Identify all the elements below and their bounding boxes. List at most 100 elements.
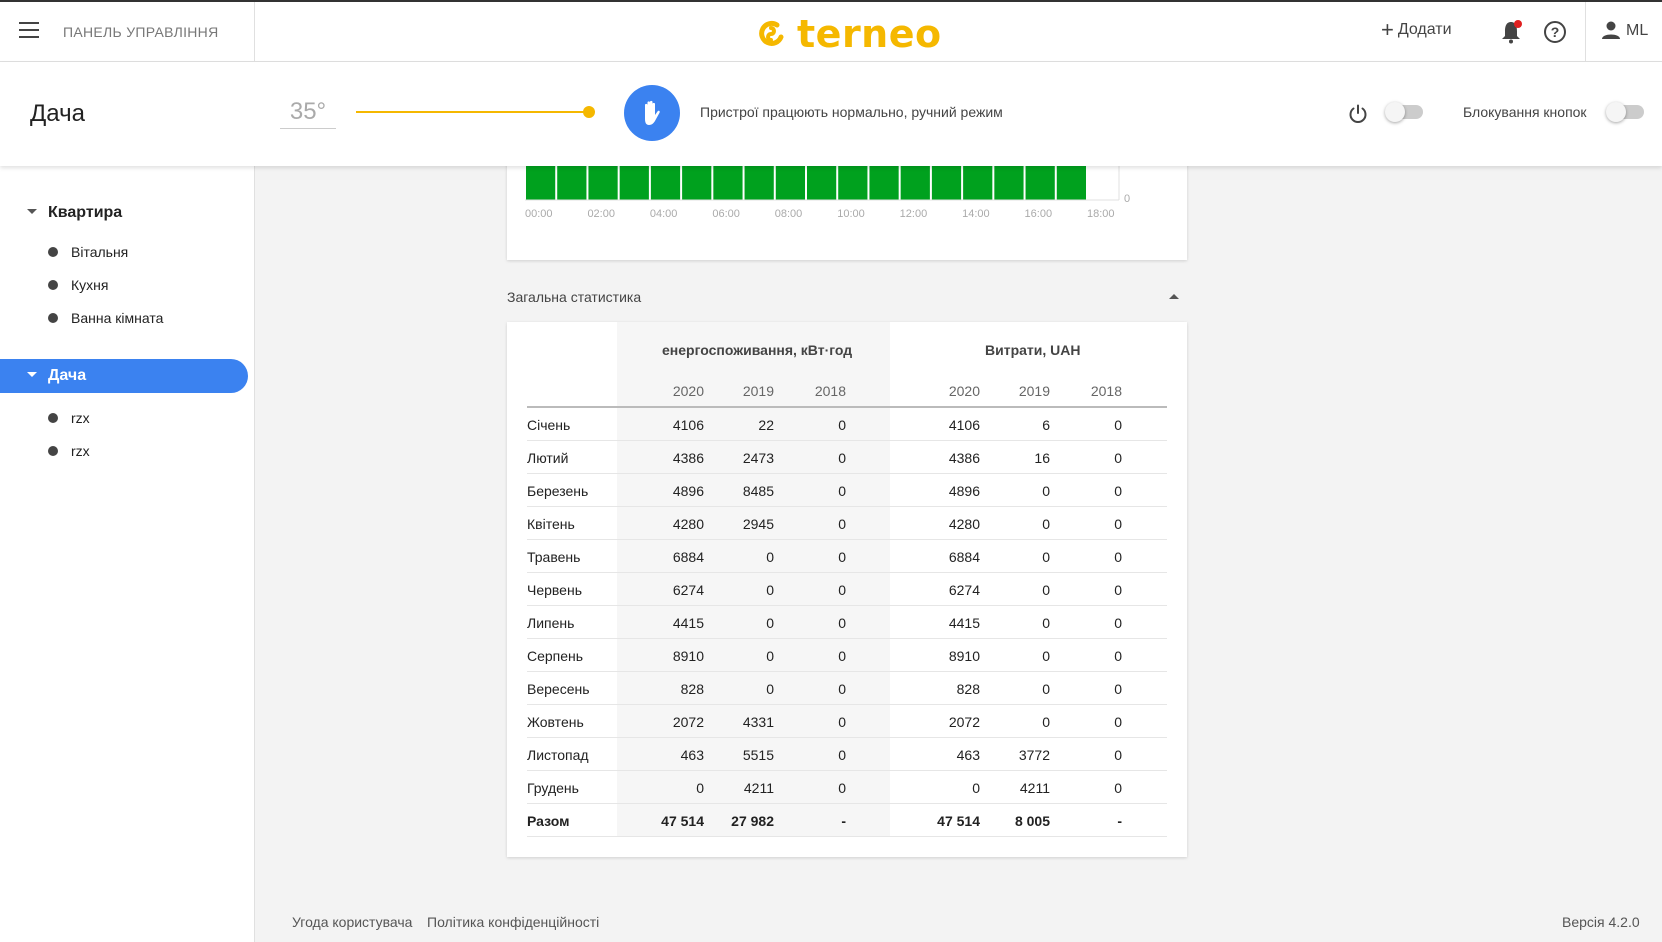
sidebar-item-vanna[interactable]: Ванна кімната — [0, 304, 248, 332]
energy-cell: 2072 — [672, 714, 704, 730]
cost-cell: 0 — [1114, 450, 1122, 466]
total-label: Разом — [527, 813, 570, 829]
status-dot-icon — [48, 313, 58, 323]
cost-cell: 0 — [1114, 681, 1122, 697]
cost-cell: 4280 — [948, 516, 980, 532]
energy-cell: 4211 — [743, 780, 774, 796]
cost-cell: 3772 — [1018, 747, 1050, 763]
year-header: 2019 — [742, 383, 774, 399]
button-lock-toggle[interactable] — [1606, 102, 1644, 122]
cost-cell: 0 — [1042, 648, 1050, 664]
table-row: Грудень 0 4211 0 0 4211 0 — [527, 771, 1167, 804]
cost-cell: 4896 — [948, 483, 980, 499]
panel-title: ПАНЕЛЬ УПРАВЛІННЯ — [63, 24, 219, 40]
chart-x-tick-label: 02:00 — [587, 208, 615, 220]
cost-group-header: Витрати, UAH — [985, 342, 1081, 358]
energy-cell: 4386 — [672, 450, 704, 466]
manual-mode-button[interactable] — [624, 85, 680, 141]
panel-header: ПАНЕЛЬ УПРАВЛІННЯ — [0, 2, 255, 62]
device-title: Дача — [30, 100, 85, 127]
energy-cell: 0 — [838, 549, 846, 565]
energy-cell: 5515 — [742, 747, 774, 763]
energy-cell: - — [841, 813, 846, 829]
sidebar-item-vitalnia[interactable]: Вітальня — [0, 238, 248, 266]
privacy-link[interactable]: Політика конфіденційності — [427, 914, 599, 930]
chart-x-tick-label: 14:00 — [962, 208, 990, 220]
device-control-bar: Дача 35° Пристрої працюють нормально, ру… — [0, 62, 1662, 166]
chart-x-tick-label: 04:00 — [650, 208, 678, 220]
table-row: Вересень 828 0 0 828 0 0 — [527, 672, 1167, 705]
table-row: Серпень 8910 0 0 8910 0 0 — [527, 639, 1167, 672]
energy-cell: 2945 — [742, 516, 774, 532]
cost-cell: 0 — [1114, 417, 1122, 433]
collapse-caret-up-icon[interactable] — [1169, 294, 1179, 299]
energy-cell: 2473 — [742, 450, 774, 466]
sidebar-item-label: rzx — [71, 443, 90, 459]
energy-cell: 0 — [838, 582, 846, 598]
help-icon[interactable]: ? — [1544, 21, 1566, 43]
table-row: Травень 6884 0 0 6884 0 0 — [527, 540, 1167, 573]
sidebar-item-label: rzx — [71, 410, 90, 426]
sidebar-item-kukhnia[interactable]: Кухня — [0, 271, 248, 299]
sidebar-item-rzx[interactable]: rzx — [0, 404, 248, 432]
button-lock-toggle-knob — [1606, 102, 1626, 122]
chart-x-tick-label: 06:00 — [712, 208, 740, 220]
month-label: Квітень — [527, 516, 575, 532]
chart-x-tick-label: 00:00 — [525, 208, 553, 220]
table-row: Липень 4415 0 0 4415 0 0 — [527, 606, 1167, 639]
month-label: Березень — [527, 483, 589, 499]
energy-cell: 0 — [838, 648, 846, 664]
temperature-slider-thumb[interactable] — [583, 106, 595, 118]
energy-cell: 0 — [766, 549, 774, 565]
cost-cell: 0 — [1114, 516, 1122, 532]
table-row: Березень 4896 8485 0 4896 0 0 — [527, 474, 1167, 507]
energy-cell: 0 — [766, 648, 774, 664]
cost-cell: 0 — [1114, 549, 1122, 565]
month-label: Лютий — [527, 450, 569, 466]
button-lock-label: Блокування кнопок — [1463, 104, 1587, 120]
notifications-bell-icon[interactable] — [1500, 20, 1522, 44]
terneo-logo[interactable]: terneo — [757, 12, 942, 56]
energy-cell: 4331 — [742, 714, 774, 730]
power-icon[interactable] — [1347, 103, 1369, 125]
status-dot-icon — [48, 280, 58, 290]
year-header: 2019 — [1018, 383, 1050, 399]
cost-cell: - — [1117, 813, 1122, 829]
energy-cell: 0 — [838, 516, 846, 532]
energy-cell: 0 — [838, 483, 846, 499]
add-label: Додати — [1397, 21, 1452, 38]
cost-cell: 6 — [1042, 417, 1050, 433]
stats-table: енергоспоживання, кВт·год Витрати, UAH 2… — [507, 322, 1187, 857]
cost-cell: 0 — [1042, 516, 1050, 532]
temperature-setpoint[interactable]: 35° — [280, 98, 336, 129]
cost-cell: 8 005 — [1014, 813, 1050, 829]
month-label: Серпень — [527, 648, 584, 664]
energy-cell: 4415 — [672, 615, 704, 631]
add-button[interactable]: + Додати — [1381, 19, 1452, 41]
sidebar-group-kvartyra[interactable]: Квартира — [0, 196, 248, 230]
energy-cell: 8485 — [742, 483, 774, 499]
cost-cell: 6274 — [948, 582, 980, 598]
energy-cell: 0 — [766, 681, 774, 697]
energy-cell: 22 — [758, 417, 774, 433]
month-label: Травень — [527, 549, 581, 565]
energy-cell: 828 — [680, 681, 704, 697]
power-toggle[interactable] — [1385, 102, 1423, 122]
energy-cell: 4280 — [672, 516, 704, 532]
sidebar-item-rzx[interactable]: rzx — [0, 437, 248, 465]
terms-link[interactable]: Угода користувача — [292, 914, 412, 930]
energy-cell: 8910 — [672, 648, 704, 664]
chart-y-tick-label: 0 — [1124, 193, 1130, 205]
user-menu[interactable]: ML — [1585, 2, 1662, 62]
temperature-slider[interactable] — [356, 111, 592, 113]
sidebar-group-dacha[interactable]: Дача — [0, 359, 248, 393]
year-header: 2020 — [948, 383, 980, 399]
cost-cell: 0 — [1042, 615, 1050, 631]
chart-x-tick-label: 08:00 — [775, 208, 803, 220]
energy-cell: 47 514 — [661, 813, 704, 829]
logo-mark-icon — [759, 20, 784, 46]
menu-icon[interactable] — [19, 22, 39, 38]
cost-cell: 4386 — [948, 450, 980, 466]
month-label: Вересень — [527, 681, 590, 697]
cost-cell: 4415 — [948, 615, 980, 631]
